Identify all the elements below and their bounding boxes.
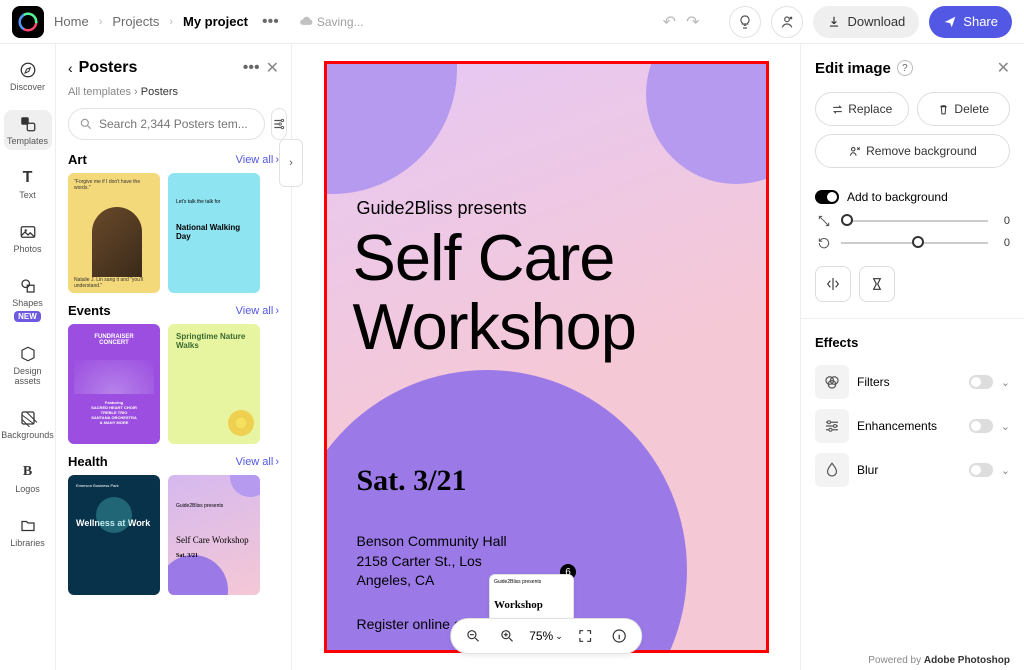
saving-status: Saving... [299, 15, 364, 29]
viewall-events[interactable]: View all › [236, 305, 279, 317]
add-bg-label: Add to background [847, 190, 948, 204]
powered-by: Powered by Adobe Photoshop [868, 655, 1010, 666]
template-thumb[interactable]: "Forgive me if I don't have the words."N… [68, 173, 160, 293]
rail-libraries[interactable]: Libraries [4, 512, 52, 552]
viewall-health[interactable]: View all › [236, 456, 279, 468]
rail-text[interactable]: TText [4, 164, 52, 204]
panel-breadcrumb: All templates › Posters [68, 86, 279, 98]
rotate-value: 0 [996, 237, 1010, 249]
share-button[interactable]: Share [929, 6, 1012, 38]
poster-date[interactable]: Sat. 3/21 [357, 464, 467, 498]
crumb-current[interactable]: My project [183, 14, 248, 29]
effect-filters: Filters [857, 375, 961, 389]
template-thumb[interactable]: Emerson Business ParkWellness at Work [68, 475, 160, 595]
template-thumb[interactable]: Let's talk the talk forNational Walking … [168, 173, 260, 293]
effect-enhance: Enhancements [857, 419, 961, 433]
section-art: Art [68, 152, 87, 167]
rightpanel-close[interactable]: ✕ [997, 58, 1010, 78]
viewall-art[interactable]: View all › [236, 154, 279, 166]
redo-button[interactable]: ↷ [686, 12, 699, 32]
panel-collapse[interactable]: › [279, 139, 303, 187]
search-input[interactable] [68, 108, 265, 140]
scale-value: 0 [996, 215, 1010, 227]
panel-close[interactable]: ✕ [266, 58, 279, 78]
rightpanel-title: Edit image [815, 60, 891, 77]
artboard[interactable]: Guide2Bliss presents Self CareWorkshop S… [324, 61, 769, 653]
help-icon[interactable]: ? [897, 60, 913, 76]
enhance-icon [815, 409, 849, 443]
rotate-slider[interactable] [841, 242, 988, 244]
info-button[interactable] [607, 624, 631, 648]
template-thumb[interactable]: Guide2Bliss presentsSelf Care WorkshopSa… [168, 475, 260, 595]
replace-button[interactable]: Replace [815, 92, 909, 126]
filters-toggle[interactable] [969, 375, 993, 389]
chevron-icon: › [99, 16, 103, 28]
timer-button[interactable] [859, 266, 895, 302]
account-button[interactable] [771, 6, 803, 38]
fit-button[interactable] [573, 624, 597, 648]
rail-shapes[interactable]: ShapesNEW [4, 272, 52, 326]
blur-icon [815, 453, 849, 487]
rail-backgrounds[interactable]: Backgrounds [4, 404, 52, 444]
blur-expand[interactable]: ⌄ [1001, 464, 1010, 477]
poster-venue[interactable]: Benson Community Hall2158 Carter St., Lo… [357, 532, 507, 591]
crumb-home[interactable]: Home [54, 14, 89, 29]
template-thumb[interactable]: Springtime Nature Walks [168, 324, 260, 444]
rail-logos[interactable]: BLogos [4, 458, 52, 498]
enhance-expand[interactable]: ⌄ [1001, 420, 1010, 433]
add-bg-toggle[interactable] [815, 190, 839, 204]
template-thumb[interactable]: FUNDRAISERCONCERTFeaturingSACRED HEART C… [68, 324, 160, 444]
undo-button[interactable]: ↶ [663, 12, 676, 32]
zoom-out[interactable] [461, 624, 485, 648]
filters-expand[interactable]: ⌄ [1001, 376, 1010, 389]
zoom-in[interactable] [495, 624, 519, 648]
section-events: Events [68, 303, 111, 318]
rotate-icon [815, 236, 833, 250]
rail-photos[interactable]: Photos [4, 218, 52, 258]
delete-image-button[interactable]: Delete [917, 92, 1011, 126]
zoom-level[interactable]: 75% ⌄ [529, 629, 563, 643]
crumb-projects[interactable]: Projects [112, 14, 159, 29]
filter-button[interactable] [271, 108, 287, 140]
effect-blur: Blur [857, 463, 961, 477]
more-menu[interactable]: ••• [258, 13, 283, 31]
hint-button[interactable] [729, 6, 761, 38]
search-icon [79, 117, 93, 131]
poster-presenter[interactable]: Guide2Bliss presents [357, 198, 527, 219]
filters-icon [815, 365, 849, 399]
scale-slider[interactable] [841, 220, 988, 222]
panel-more[interactable]: ••• [243, 59, 260, 77]
flip-h-button[interactable] [815, 266, 851, 302]
scale-icon [815, 214, 833, 228]
new-badge: NEW [14, 311, 41, 322]
section-health: Health [68, 454, 108, 469]
remove-bg-button[interactable]: Remove background [815, 134, 1010, 168]
panel-title: Posters [79, 59, 138, 77]
enhance-toggle[interactable] [969, 419, 993, 433]
rail-discover[interactable]: Discover [4, 56, 52, 96]
effects-heading: Effects [815, 335, 1010, 350]
rail-templates[interactable]: Templates [4, 110, 52, 150]
download-button[interactable]: Download [813, 6, 919, 38]
poster-title[interactable]: Self CareWorkshop [353, 224, 636, 363]
chevron-icon: › [169, 16, 173, 28]
rail-design-assets[interactable]: Design assets [4, 340, 52, 390]
app-logo[interactable] [12, 6, 44, 38]
panel-back[interactable]: ‹ [68, 60, 73, 76]
blur-toggle[interactable] [969, 463, 993, 477]
